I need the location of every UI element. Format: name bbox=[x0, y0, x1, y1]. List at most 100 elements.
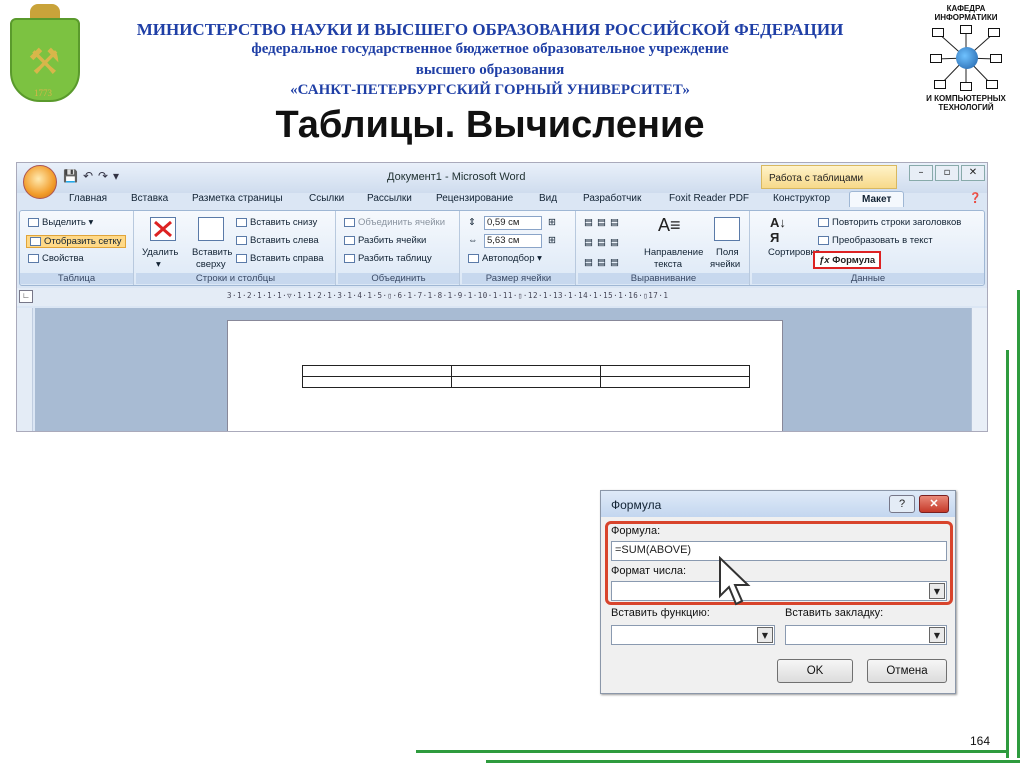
tab-developer[interactable]: Разработчик bbox=[583, 193, 641, 204]
text-direction-button-line1[interactable]: Направление bbox=[644, 247, 703, 258]
minimize-icon[interactable]: – bbox=[909, 165, 933, 181]
align-bottom-icons[interactable]: ▤▤▤ bbox=[584, 257, 623, 268]
formula-input[interactable]: =SUM(ABOVE) bbox=[611, 541, 947, 561]
tab-review[interactable]: Рецензирование bbox=[436, 193, 513, 204]
insert-below-button[interactable]: Вставить снизу bbox=[236, 217, 317, 228]
slide-header: ⚒ 1773 МИНИСТЕРСТВО НАУКИ И ВЫСШЕГО ОБРА… bbox=[0, 0, 1024, 112]
hammer-pick-icon: ⚒ bbox=[28, 42, 61, 83]
repeat-header-button[interactable]: Повторить строки заголовков bbox=[818, 217, 961, 228]
properties-button[interactable]: Свойства bbox=[28, 253, 84, 264]
tab-references[interactable]: Ссылки bbox=[309, 193, 344, 204]
education-level-line: высшего образования bbox=[415, 62, 565, 78]
tab-design[interactable]: Конструктор bbox=[773, 193, 830, 204]
merge-cells-icon bbox=[344, 217, 355, 227]
group-label-merge: Объединить bbox=[338, 273, 459, 284]
group-merge: Объединить ячейки Разбить ячейки Разбить… bbox=[338, 211, 460, 285]
document-area bbox=[35, 308, 987, 431]
properties-icon bbox=[28, 253, 39, 263]
tab-stop-selector[interactable]: ∟ bbox=[19, 290, 33, 303]
table-cell[interactable] bbox=[302, 376, 452, 388]
department-name-bottom: И КОМПЬЮТЕРНЫХ ТЕХНОЛОГИЙ bbox=[926, 94, 1006, 112]
insert-above-icon bbox=[198, 217, 224, 241]
maximize-icon[interactable]: ▫ bbox=[935, 165, 959, 181]
help-button[interactable]: ? bbox=[889, 495, 915, 513]
document-page[interactable] bbox=[227, 320, 783, 431]
select-button[interactable]: Выделить ▾ bbox=[28, 217, 93, 228]
page-number: 164 bbox=[970, 734, 991, 748]
ribbon-tabs: Главная Вставка Разметка страницы Ссылки… bbox=[17, 191, 987, 211]
word-table[interactable] bbox=[302, 365, 750, 388]
cell-margins-icon bbox=[714, 217, 740, 241]
ok-button[interactable]: OK bbox=[777, 659, 853, 683]
distribute-cols-icon[interactable]: ⊞ bbox=[548, 235, 556, 246]
tab-foxit[interactable]: Foxit Reader PDF bbox=[669, 193, 749, 204]
row-height-input[interactable]: 0,59 см bbox=[484, 216, 542, 230]
split-table-button[interactable]: Разбить таблицу bbox=[344, 253, 432, 264]
vertical-scrollbar[interactable] bbox=[971, 308, 987, 431]
university-name: «САНКТ-ПЕТЕРБУРГСКИЙ ГОРНЫЙ УНИВЕРСИТЕТ» bbox=[290, 82, 690, 98]
decorative-line bbox=[486, 760, 1020, 763]
show-grid-button[interactable]: Отобразить сетку bbox=[26, 235, 126, 248]
insert-above-button-line2[interactable]: сверху bbox=[196, 259, 226, 270]
tab-insert[interactable]: Вставка bbox=[131, 193, 168, 204]
col-width-icon: ⇔ bbox=[468, 235, 478, 246]
convert-to-text-icon bbox=[818, 235, 829, 245]
insert-right-button[interactable]: Вставить справа bbox=[236, 253, 324, 264]
institution-type-line: федеральное государственное бюджетное об… bbox=[251, 41, 729, 57]
convert-to-text-button[interactable]: Преобразовать в текст bbox=[818, 235, 933, 246]
table-cell[interactable] bbox=[451, 376, 601, 388]
tab-layout[interactable]: Макет bbox=[849, 191, 905, 207]
decorative-line bbox=[1006, 350, 1009, 758]
cursor-icon bbox=[28, 217, 39, 227]
chevron-down-icon[interactable]: ▼ bbox=[929, 583, 945, 599]
col-width-input[interactable]: 5,63 см bbox=[484, 234, 542, 248]
cell-margins-button-line2[interactable]: ячейки bbox=[710, 259, 740, 270]
help-icon[interactable]: ❓ bbox=[969, 193, 981, 204]
delete-button[interactable]: Удалить bbox=[142, 247, 178, 258]
split-table-icon bbox=[344, 253, 355, 263]
group-alignment: ▤▤▤ ▤▤▤ ▤▤▤ A≡ Направление текста Поля я… bbox=[578, 211, 750, 285]
chevron-down-icon[interactable]: ▼ bbox=[929, 627, 945, 643]
office-button[interactable] bbox=[23, 165, 57, 199]
cell-margins-button-line1[interactable]: Поля bbox=[716, 247, 739, 258]
insert-function-select[interactable] bbox=[611, 625, 775, 645]
grid-icon bbox=[30, 236, 41, 246]
tab-home[interactable]: Главная bbox=[69, 193, 107, 204]
cancel-button[interactable]: Отмена bbox=[867, 659, 947, 683]
align-top-icons[interactable]: ▤▤▤ bbox=[584, 217, 623, 228]
distribute-rows-icon[interactable]: ⊞ bbox=[548, 217, 556, 228]
number-format-select[interactable] bbox=[611, 581, 947, 601]
insert-above-button-line1[interactable]: Вставить bbox=[192, 247, 232, 258]
mouse-pointer-icon bbox=[716, 555, 756, 608]
split-cells-button[interactable]: Разбить ячейки bbox=[344, 235, 426, 246]
merge-cells-button[interactable]: Объединить ячейки bbox=[344, 217, 445, 228]
tab-page-layout[interactable]: Разметка страницы bbox=[192, 193, 283, 204]
insert-below-icon bbox=[236, 217, 247, 227]
formula-dialog: Формула ? ✕ Формула: =SUM(ABOVE) Формат … bbox=[600, 490, 956, 694]
quick-access-toolbar[interactable]: 💾↶↷▾ bbox=[63, 169, 124, 183]
text-direction-button-line2[interactable]: текста bbox=[654, 259, 682, 270]
group-label-data: Данные bbox=[752, 273, 984, 284]
number-format-label: Формат числа: bbox=[611, 565, 687, 577]
horizontal-ruler: ∟ 3·1·2·1·1·1·▽·1·1·2·1·3·1·4·1·5·▯·6·1·… bbox=[17, 288, 987, 306]
insert-bookmark-select[interactable] bbox=[785, 625, 947, 645]
dialog-titlebar: Формула ? ✕ bbox=[601, 491, 955, 517]
table-cell[interactable] bbox=[600, 365, 750, 377]
table-cell[interactable] bbox=[451, 365, 601, 377]
align-middle-icons[interactable]: ▤▤▤ bbox=[584, 237, 623, 248]
tab-mailings[interactable]: Рассылки bbox=[367, 193, 412, 204]
close-icon[interactable]: ✕ bbox=[961, 165, 985, 181]
table-cell[interactable] bbox=[302, 365, 452, 377]
tab-view[interactable]: Вид bbox=[539, 193, 557, 204]
autofit-button[interactable]: Автоподбор ▾ bbox=[468, 253, 542, 264]
chevron-down-icon[interactable]: ▼ bbox=[757, 627, 773, 643]
chevron-down-icon: ▾ bbox=[156, 259, 161, 270]
insert-left-button[interactable]: Вставить слева bbox=[236, 235, 319, 246]
insert-left-icon bbox=[236, 235, 247, 245]
table-cell[interactable] bbox=[600, 376, 750, 388]
group-label-cell-size: Размер ячейки bbox=[462, 273, 575, 284]
insert-bookmark-label: Вставить закладку: bbox=[785, 607, 884, 619]
group-label-alignment: Выравнивание bbox=[578, 273, 749, 284]
close-button[interactable]: ✕ bbox=[919, 495, 949, 513]
formula-button[interactable]: ƒx Формула bbox=[813, 251, 881, 269]
